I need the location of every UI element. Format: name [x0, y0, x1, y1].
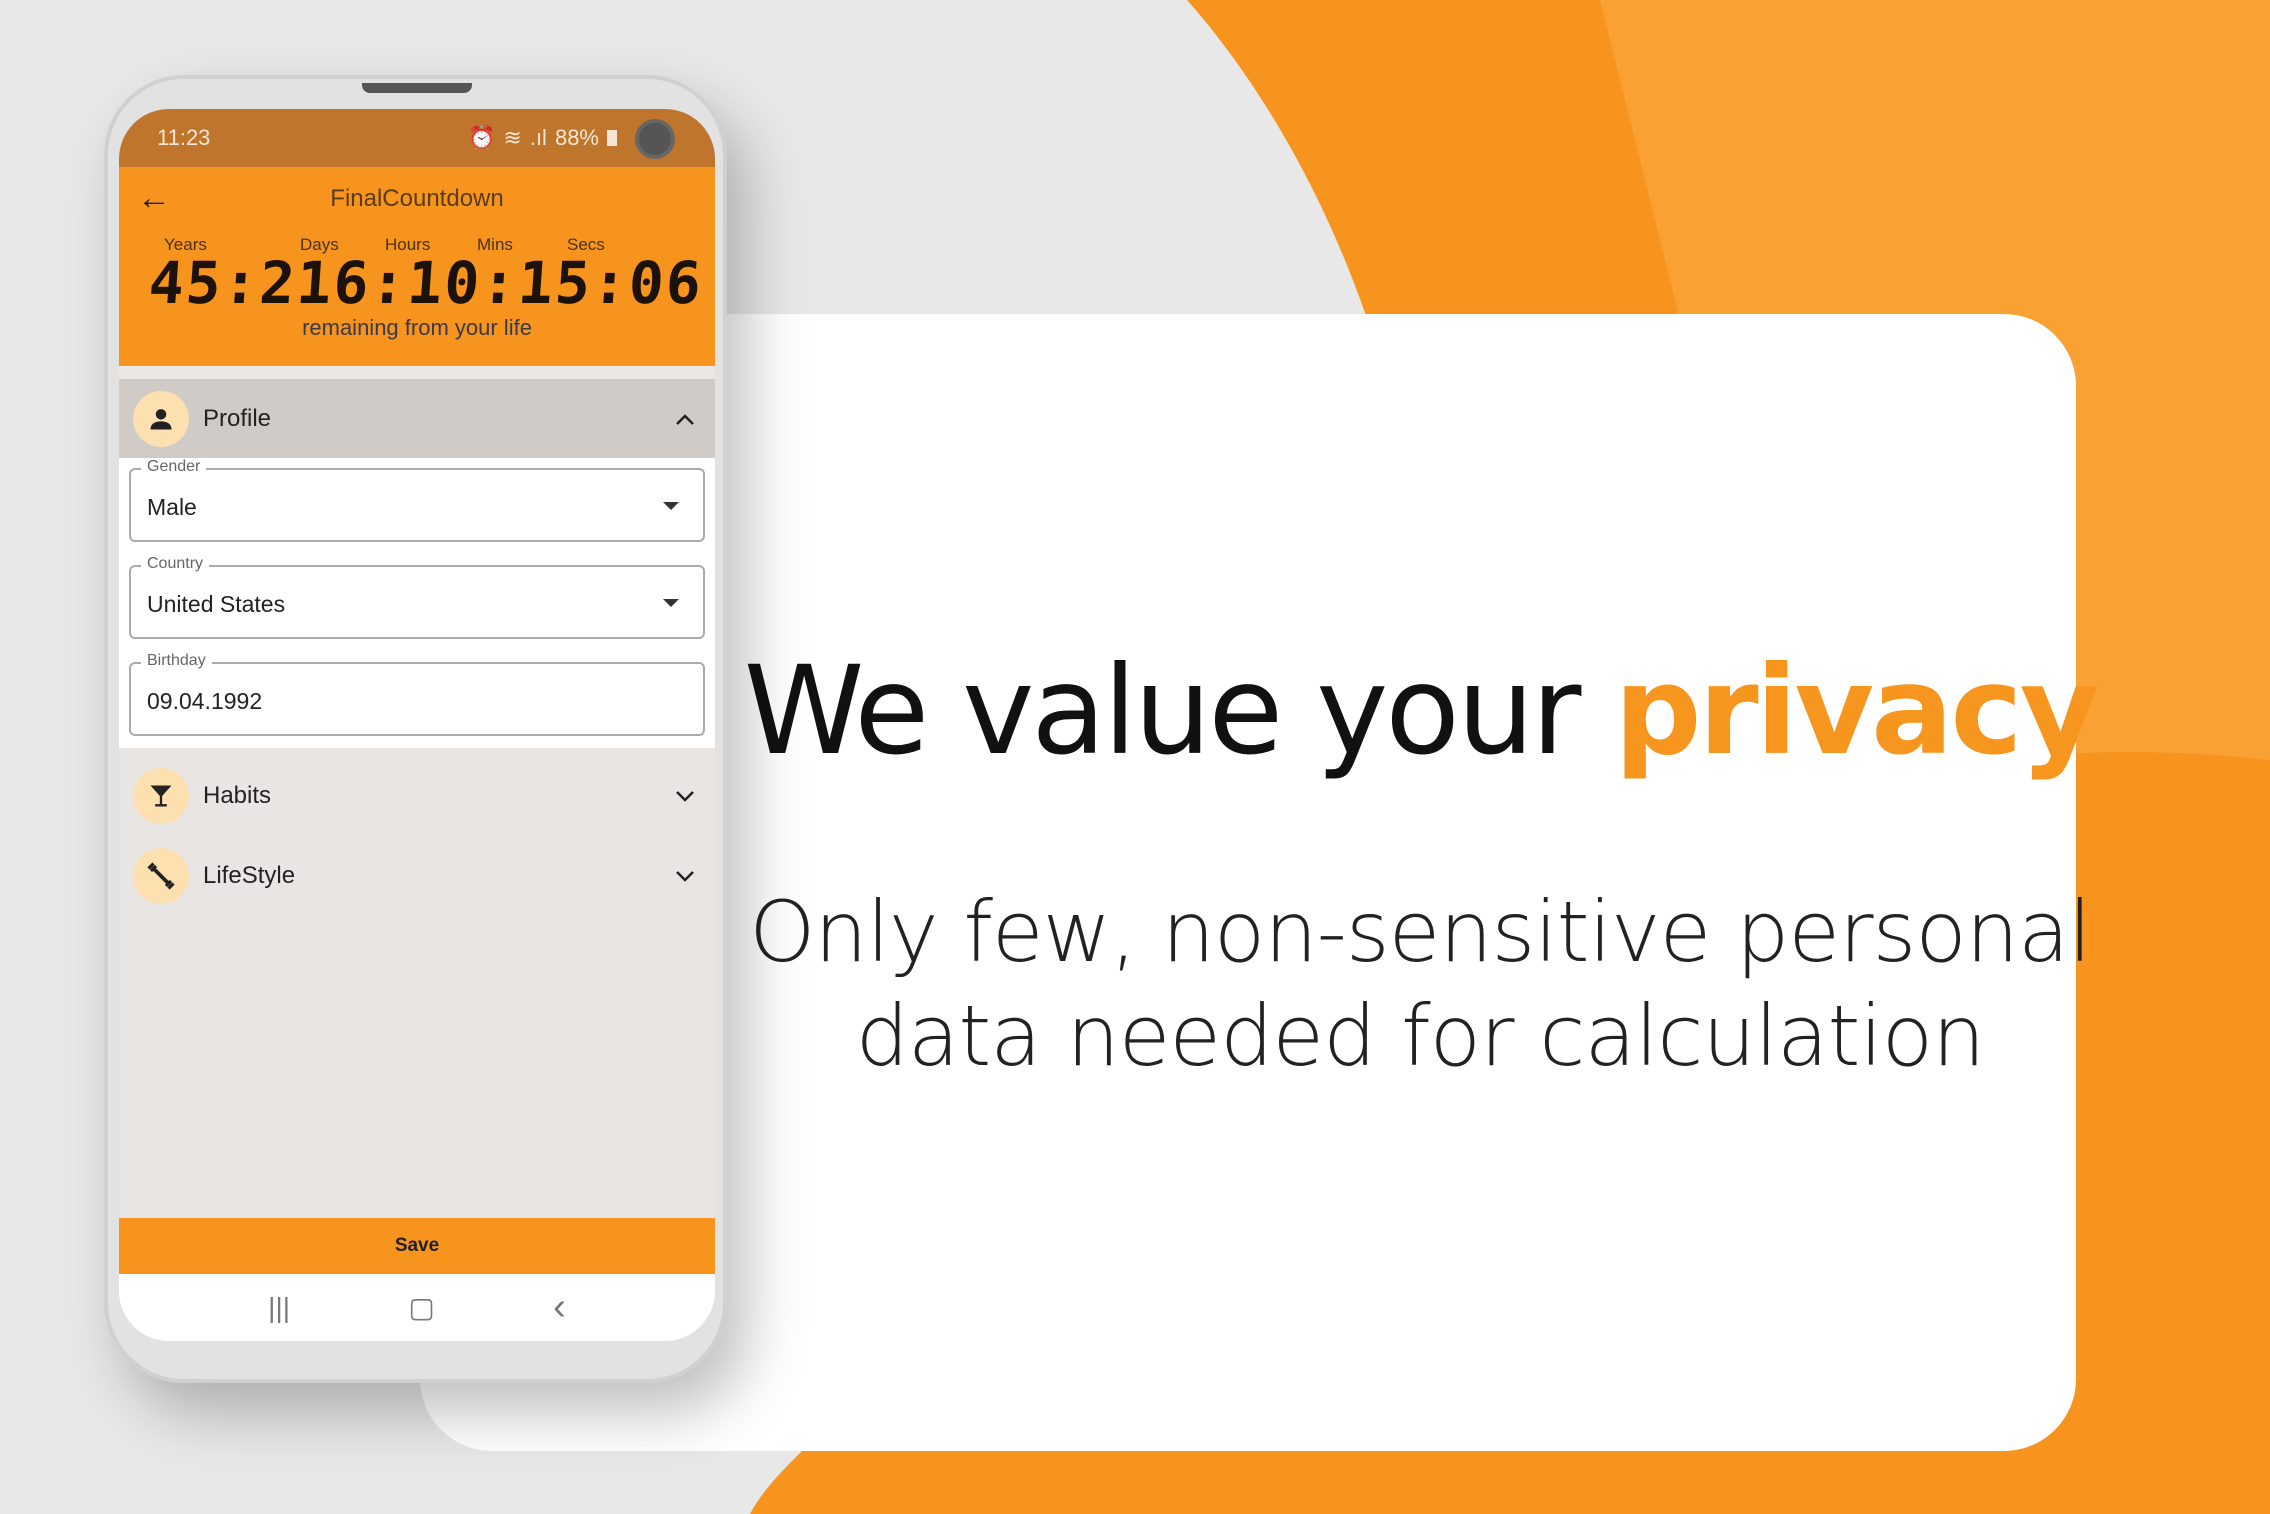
- chevron-up-icon[interactable]: [675, 412, 695, 426]
- field-value: Male: [147, 494, 197, 520]
- profile-form: Gender Male Country United States Birthday…: [119, 458, 715, 748]
- status-bar: 11:23 ⏰ ≋ .ıl 88%: [119, 109, 715, 167]
- dumbbell-icon: [133, 848, 189, 904]
- alarm-icon: ⏰: [467, 125, 496, 150]
- recents-icon[interactable]: |||: [268, 1292, 290, 1324]
- countdown-display: 45:216:10:15:06: [146, 249, 706, 317]
- field-label: Birthday: [141, 652, 212, 670]
- person-icon: [133, 390, 189, 447]
- chevron-down-icon[interactable]: [675, 869, 695, 883]
- field-label: Country: [141, 555, 210, 573]
- app-title: FinalCountdown: [330, 185, 504, 212]
- headline-accent: privacy: [1614, 640, 2099, 782]
- wifi-icon: ≋: [503, 125, 522, 150]
- back-icon[interactable]: ‹: [553, 1286, 566, 1329]
- section-lifestyle[interactable]: LifeStyle: [119, 836, 715, 916]
- home-icon[interactable]: ▢: [408, 1291, 434, 1324]
- sub-line-2: data needed for calculation: [855, 987, 1986, 1085]
- dropdown-arrow-icon: [663, 599, 679, 607]
- save-button[interactable]: Save: [119, 1218, 715, 1274]
- system-nav-bar: ||| ▢ ‹: [119, 1274, 715, 1341]
- field-label: Gender: [141, 458, 207, 476]
- status-time: 11:23: [157, 125, 211, 150]
- dropdown-arrow-icon: [663, 502, 679, 510]
- battery-icon: [607, 130, 617, 146]
- section-label: Habits: [203, 782, 272, 809]
- phone-screen: 11:23 ⏰ ≋ .ıl 88% ← FinalCountdown Years Da…: [119, 109, 715, 1341]
- app-bar: ← FinalCountdown Years Days Hours Mins S…: [119, 167, 715, 366]
- birthday-input[interactable]: Birthday 09.04.1992: [129, 652, 705, 736]
- countdown-subtitle: remaining from your life: [302, 315, 532, 340]
- signal-icon: .ıl: [529, 125, 547, 150]
- front-camera: [635, 119, 675, 159]
- country-select[interactable]: Country United States: [129, 555, 705, 639]
- cocktail-icon: [133, 768, 189, 824]
- battery-text: 88%: [554, 125, 599, 150]
- section-label: Profile: [203, 404, 272, 432]
- gender-select[interactable]: Gender Male: [129, 458, 705, 542]
- chevron-down-icon[interactable]: [675, 789, 695, 803]
- headline: We value your privacy: [720, 640, 2120, 782]
- sub-line-1: Only few, non-sensitive personal: [749, 883, 2092, 981]
- phone-speaker: [362, 83, 472, 93]
- subheadline: Only few, non-sensitive personal data nee…: [720, 880, 2120, 1088]
- field-value: 09.04.1992: [147, 688, 263, 714]
- field-value: United States: [147, 591, 286, 617]
- section-profile[interactable]: Profile: [119, 379, 715, 458]
- headline-text: We value your: [743, 640, 1615, 782]
- section-habits[interactable]: Habits: [119, 756, 715, 836]
- section-label: LifeStyle: [203, 862, 296, 889]
